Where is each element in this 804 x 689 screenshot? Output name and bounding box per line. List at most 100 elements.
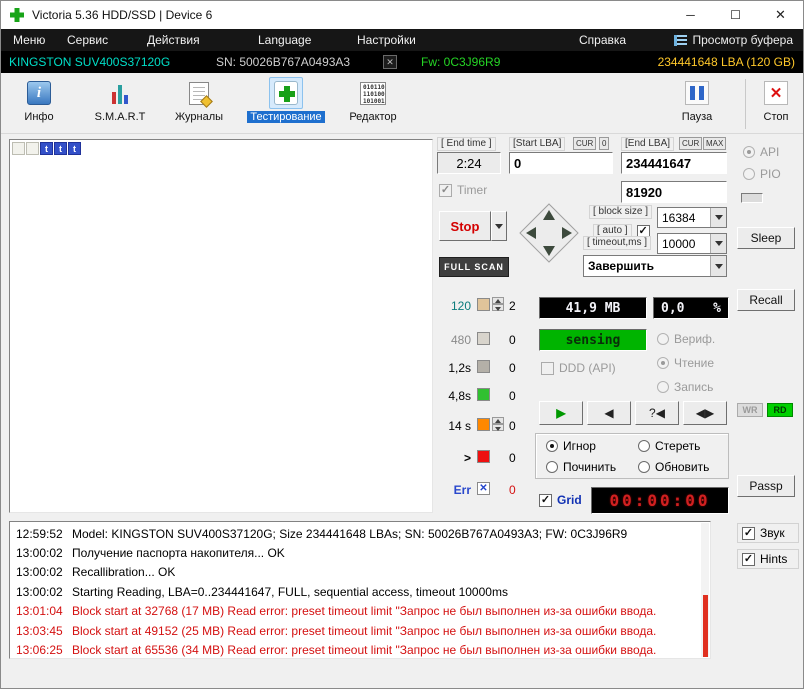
menu-item-menu[interactable]: Меню — [13, 29, 45, 51]
smart-bars-icon — [112, 82, 128, 104]
log-message: Recallibration... OK — [72, 565, 176, 580]
sound-checkbox[interactable]: Звук — [737, 523, 799, 543]
speed-label: > — [463, 451, 471, 465]
spinner-down-icon — [492, 304, 504, 311]
refresh-radio[interactable]: Обновить — [638, 460, 709, 474]
repair-radio[interactable]: Починить — [546, 460, 616, 474]
timeout-value: 10000 — [662, 236, 696, 251]
block-size-select[interactable]: 16384 — [657, 207, 727, 228]
error-count: 0 — [509, 483, 516, 497]
write-mode-chip[interactable]: WR — [737, 403, 763, 417]
menu-item-language[interactable]: Language — [258, 29, 311, 51]
end-lba-max-button[interactable]: MAX — [703, 137, 727, 150]
api-label: API — [760, 145, 780, 159]
hints-checkbox[interactable]: Hints — [737, 549, 799, 569]
percent-lcd: 0,0 % — [653, 297, 729, 319]
stop-x-icon: ✕ — [764, 81, 788, 105]
green-cross-icon — [274, 81, 298, 105]
grid-checkbox[interactable]: Grid — [539, 493, 582, 507]
toolbar-label-testing: Тестирование — [247, 111, 325, 123]
toolbar-button-testing[interactable]: Тестирование — [241, 77, 331, 123]
scan-block-timeout: t — [54, 142, 67, 155]
mini-progress-bar — [741, 193, 763, 203]
end-lba-input[interactable] — [621, 152, 727, 174]
toolbar-label-editor: Редактор — [349, 111, 397, 123]
start-lba-zero-button[interactable]: 0 — [599, 137, 610, 150]
erase-radio[interactable]: Стереть — [638, 439, 700, 453]
speed-spinner[interactable] — [492, 417, 504, 431]
toolbar-button-info[interactable]: Инфо — [13, 77, 65, 123]
ddd-api-checkbox[interactable]: DDD (API) — [541, 361, 616, 375]
log-time: 13:01:04 — [16, 604, 63, 619]
toolbar-label-journals: Журналы — [174, 111, 224, 123]
end-time-display: 2:24 — [437, 152, 501, 174]
speed-spinner[interactable] — [492, 297, 504, 311]
serial-close-icon[interactable]: ✕ — [383, 55, 397, 69]
log-area[interactable]: 12:59:52 Model: KINGSTON SUV400S37120G; … — [9, 521, 711, 659]
arrow-right-icon[interactable] — [562, 227, 572, 239]
scan-block-map[interactable]: t t t — [9, 139, 433, 513]
verify-radio[interactable]: Вериф. — [657, 332, 715, 346]
start-lba-input[interactable] — [509, 152, 613, 174]
full-scan-button[interactable]: FULL SCAN — [439, 257, 509, 277]
speed-block-icon — [477, 418, 490, 431]
arrow-down-icon[interactable] — [543, 246, 555, 256]
right-side-panel: API PIO Sleep Recall WR RD Passp — [735, 135, 801, 517]
ignore-radio[interactable]: Игнор — [546, 439, 596, 453]
end-time-label: [ End time ] — [437, 137, 496, 151]
log-time: 13:00:02 — [16, 584, 63, 599]
toolbar-button-stop[interactable]: ✕ Стоп — [753, 77, 799, 123]
seek-test-button[interactable]: ?◀ — [635, 401, 679, 425]
reverse-button[interactable]: ◀ — [587, 401, 631, 425]
stop-dropdown-button[interactable] — [491, 211, 507, 241]
device-bar: KINGSTON SUV400S37120G SN: 50026B767A049… — [1, 51, 803, 73]
timer-value-input[interactable] — [621, 181, 727, 203]
speed-block-icon — [477, 388, 490, 401]
write-radio[interactable]: Запись — [657, 380, 713, 394]
log-time: 12:59:52 — [16, 526, 63, 541]
arrow-left-icon[interactable] — [526, 227, 536, 239]
read-mode-chip[interactable]: RD — [767, 403, 793, 417]
device-firmware: Fw: 0C3J96R9 — [421, 55, 501, 69]
stop-test-button[interactable]: Stop — [439, 211, 491, 241]
menu-item-service[interactable]: Сервис — [67, 29, 108, 51]
speed-count: 2 — [509, 299, 516, 313]
close-button[interactable]: ✕ — [758, 1, 803, 29]
write-label: Запись — [674, 380, 714, 394]
menu-item-help[interactable]: Справка — [579, 29, 626, 51]
log-scrollbar[interactable] — [701, 523, 709, 657]
start-test-button[interactable]: ▶ — [539, 401, 583, 425]
on-finish-select[interactable]: Завершить — [583, 255, 727, 277]
block-size-label: [ block size ] — [589, 205, 653, 219]
menu-item-actions[interactable]: Действия — [147, 29, 200, 51]
end-lba-cur-button[interactable]: CUR — [679, 137, 703, 150]
read-radio[interactable]: Чтение — [657, 356, 714, 370]
toolbar-button-editor[interactable]: Редактор — [341, 77, 405, 123]
device-model[interactable]: KINGSTON SUV400S37120G — [9, 51, 170, 73]
direction-pad[interactable] — [517, 201, 581, 265]
timer-checkbox[interactable]: Timer — [439, 183, 487, 197]
butterfly-button[interactable]: ◀▶ — [683, 401, 727, 425]
toolbar-button-pause[interactable]: Пауза — [669, 77, 725, 123]
toolbar-button-journals[interactable]: Журналы — [169, 77, 229, 123]
minimize-button[interactable]: ─ — [668, 1, 713, 29]
read-label: Чтение — [674, 356, 715, 370]
recall-button[interactable]: Recall — [737, 289, 795, 311]
toolbar-button-smart[interactable]: S.M.A.R.T — [89, 77, 151, 123]
buffer-view-button[interactable]: Просмотр буфера — [674, 29, 793, 51]
status-lcd: sensing — [539, 329, 647, 351]
device-serial: SN: 50026B767A0493A3 — [216, 55, 351, 69]
radio-icon — [657, 381, 669, 393]
hints-label: Hints — [760, 552, 788, 566]
timeout-select[interactable]: 10000 — [657, 233, 727, 254]
start-lba-cur-button[interactable]: CUR — [573, 137, 597, 150]
api-radio[interactable]: API — [743, 145, 779, 159]
sleep-button[interactable]: Sleep — [737, 227, 795, 249]
log-row-error: 13:06:25 Block start at 65536 (34 MB) Re… — [10, 640, 710, 658]
victoria-logo-icon — [10, 8, 24, 22]
pio-radio[interactable]: PIO — [743, 167, 781, 181]
arrow-up-icon[interactable] — [543, 210, 555, 220]
maximize-button[interactable]: ☐ — [713, 1, 758, 29]
menu-item-settings[interactable]: Настройки — [357, 29, 416, 51]
passport-button[interactable]: Passp — [737, 475, 795, 497]
